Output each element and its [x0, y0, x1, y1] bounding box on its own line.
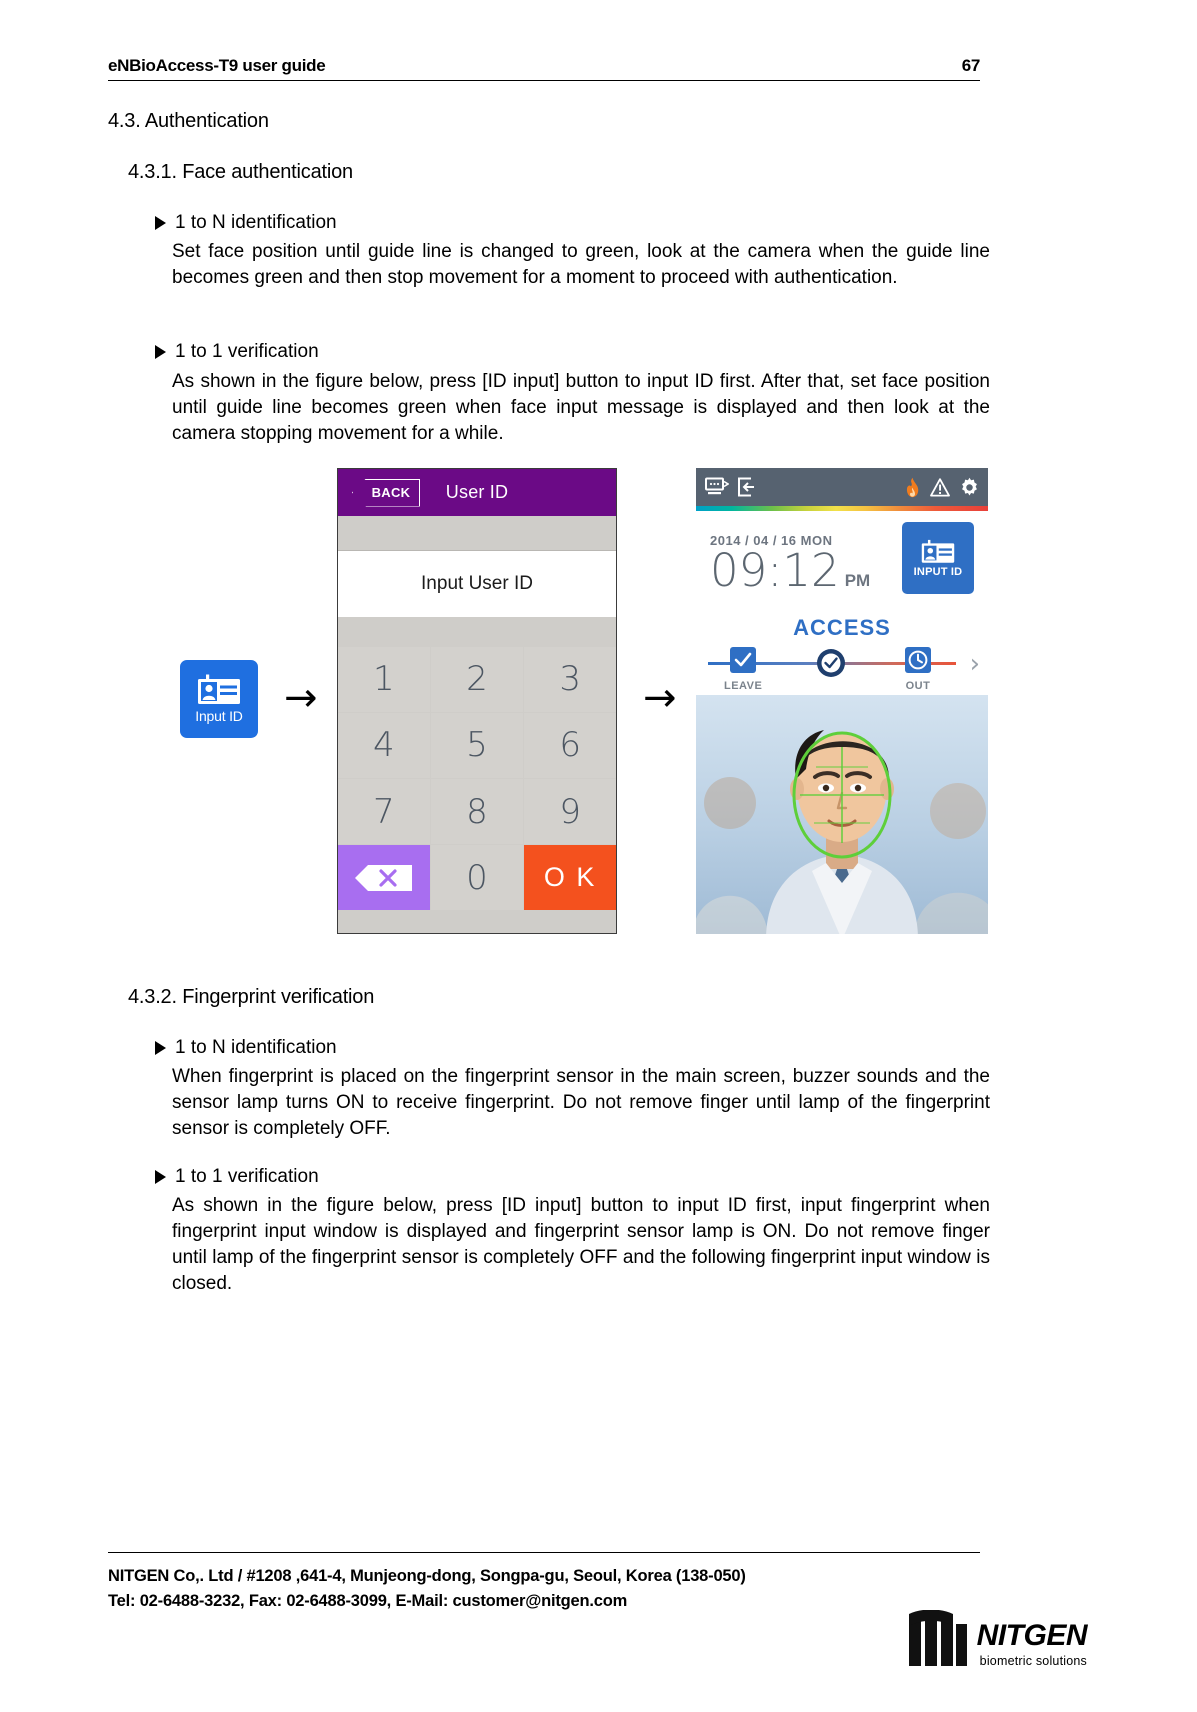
footer-line-1: NITGEN Co,. Ltd / #1208 ,641-4, Munjeong…	[108, 1567, 746, 1585]
backspace-icon	[354, 864, 412, 891]
bullet-face-1to1-label: 1 to 1 verification	[175, 341, 319, 362]
nitgen-logo-word: NITGEN	[976, 1619, 1088, 1652]
nitgen-logo-tagline: biometric solutions	[979, 1654, 1087, 1668]
face-preview-image	[696, 695, 988, 934]
keypad-grid: 1 2 3 4 5 6 7 8 9 0 O K	[338, 647, 616, 910]
id-card-icon	[198, 674, 240, 704]
triangle-bullet-icon	[155, 216, 166, 230]
header-title: eNBioAccess-T9 user guide	[108, 56, 326, 75]
back-button-label: BACK	[371, 485, 411, 500]
check-box-icon	[730, 647, 757, 673]
clock-icon	[905, 647, 931, 673]
input-id-button-label: Input ID	[195, 708, 243, 724]
arrow-right-icon-1: →	[284, 675, 318, 721]
device-access-row: ACCESS LEAVE OUT ›	[696, 615, 988, 695]
keypad-prompt: Input User ID	[338, 551, 616, 617]
gear-icon	[962, 477, 977, 496]
keypad-titlebar: BACK User ID	[338, 469, 616, 516]
keypad-key-3[interactable]: 3	[524, 647, 616, 712]
keypad-key-1[interactable]: 1	[338, 647, 430, 712]
door-exit-icon	[738, 477, 754, 497]
access-title: ACCESS	[793, 615, 891, 640]
nitgen-logo-mark-icon	[908, 1610, 967, 1666]
keypad-key-4[interactable]: 4	[338, 713, 430, 778]
bullet-finger-1toN: 1 to N identification	[155, 1037, 337, 1059]
keypad-bottom-bar	[338, 910, 616, 933]
header-divider	[108, 80, 980, 81]
paragraph-finger-1toN: When fingerprint is placed on the finger…	[172, 1066, 990, 1139]
id-card-icon	[921, 539, 955, 563]
footer-divider	[108, 1552, 980, 1553]
keypad-spacer	[338, 617, 616, 647]
keypad-backspace-button[interactable]	[338, 845, 430, 910]
keypad-key-2[interactable]: 2	[431, 647, 523, 712]
mode-tab-out-label: OUT	[905, 680, 931, 692]
mode-tab-access[interactable]	[816, 648, 846, 684]
flame-icon	[906, 477, 919, 497]
keypad-key-6[interactable]: 6	[524, 713, 616, 778]
keypad-ok-button[interactable]: O K	[524, 845, 616, 910]
input-id-button[interactable]: Input ID	[180, 660, 258, 738]
page-header: eNBioAccess-T9 user guide 67	[108, 56, 980, 81]
page-number: 67	[961, 56, 981, 75]
network-icon	[705, 477, 729, 495]
paragraph-face-1to1: As shown in the figure below, press [ID …	[172, 371, 990, 444]
triangle-bullet-icon	[155, 345, 166, 359]
keypad-key-9[interactable]: 9	[524, 779, 616, 844]
paragraph-finger-1to1: As shown in the figure below, press [ID …	[172, 1195, 990, 1294]
triangle-bullet-icon	[155, 1041, 166, 1055]
warning-icon	[930, 477, 950, 496]
camera-preview	[696, 695, 988, 934]
document-page: eNBioAccess-T9 user guide 67 4.3. Authen…	[0, 0, 1197, 1712]
section-heading-4-3: 4.3. Authentication	[108, 110, 269, 132]
nitgen-logo: NITGEN biometric solutions	[907, 1610, 1088, 1668]
keypad-key-7[interactable]: 7	[338, 779, 430, 844]
mode-tab-leave-label: LEAVE	[724, 680, 763, 692]
mode-tab-leave[interactable]: LEAVE	[724, 646, 762, 692]
mode-tab-out[interactable]: OUT	[904, 646, 932, 692]
back-button[interactable]: BACK	[352, 478, 420, 507]
footer-address: NITGEN Co,. Ltd / #1208 ,641-4, Munjeong…	[108, 1564, 746, 1614]
device-status-bar	[696, 468, 988, 506]
device-input-id-label: INPUT ID	[913, 565, 963, 578]
bullet-face-1toN-label: 1 to N identification	[175, 212, 337, 233]
bullet-finger-1to1-label: 1 to 1 verification	[175, 1166, 319, 1187]
device-clock-row: 2014 / 04 / 16 MON 09:12 PM INPUT ID	[696, 511, 988, 615]
triangle-bullet-icon	[155, 1170, 166, 1184]
keypad-key-8[interactable]: 8	[431, 779, 523, 844]
bullet-finger-1toN-label: 1 to N identification	[175, 1037, 337, 1058]
paragraph-face-1toN: Set face position until guide line is ch…	[172, 241, 990, 288]
keypad-grey-bar	[338, 516, 616, 551]
bullet-face-1toN: 1 to N identification	[155, 212, 337, 234]
section-heading-4-3-1: 4.3.1. Face authentication	[128, 161, 353, 183]
bullet-face-1to1: 1 to 1 verification	[155, 341, 319, 363]
keypad-key-0[interactable]: 0	[431, 845, 523, 910]
keypad-screen: BACK User ID Input User ID 1 2 3 4 5 6 7…	[337, 468, 617, 934]
bullet-finger-1to1: 1 to 1 verification	[155, 1166, 319, 1188]
device-input-id-button[interactable]: INPUT ID	[902, 522, 974, 594]
figure-face-authentication: Input ID → BACK User ID Input User ID 1 …	[108, 460, 988, 940]
chevron-right-icon[interactable]: ›	[970, 651, 980, 677]
device-time: 09:12	[710, 544, 840, 598]
keypad-key-5[interactable]: 5	[431, 713, 523, 778]
section-heading-4-3-2: 4.3.2. Fingerprint verification	[128, 986, 375, 1008]
footer-line-2: Tel: 02-6488-3232, Fax: 02-6488-3099, E-…	[108, 1592, 628, 1610]
main-device-screen: 2014 / 04 / 16 MON 09:12 PM INPUT ID ACC…	[696, 468, 988, 934]
arrow-right-icon-2: →	[643, 675, 677, 721]
access-check-icon	[817, 649, 845, 677]
device-ampm: PM	[844, 571, 871, 591]
